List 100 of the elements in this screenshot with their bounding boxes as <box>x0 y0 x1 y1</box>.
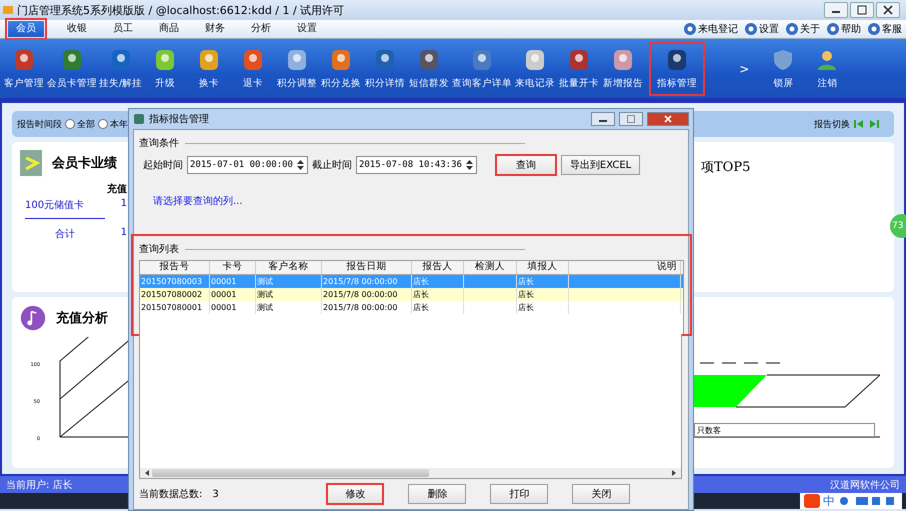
dialog-button[interactable]: 修改 <box>326 483 384 505</box>
close-icon <box>664 115 672 123</box>
table-row[interactable]: 201507080001 00001 测试 2015/7/8 00:00:00 店长 店长 <box>140 301 683 314</box>
toolbar-button[interactable]: 退卡 <box>231 48 276 90</box>
radio-option[interactable]: 全部 <box>65 118 95 130</box>
spinner-icon[interactable] <box>464 158 474 172</box>
card-type-cell: 100元储值卡 <box>25 198 105 219</box>
dialog-title: 指标报告管理 <box>149 112 209 126</box>
toolbar-button[interactable]: 来电记录 <box>513 48 558 90</box>
dialog-button[interactable]: 打印 <box>490 484 548 504</box>
table-cell: 测试 <box>257 290 273 299</box>
toolbar-button[interactable]: 会员卡管理 <box>46 48 98 90</box>
toolbar-button[interactable]: 升级 <box>143 48 188 90</box>
toolbar-button[interactable]: 客户管理 <box>2 48 46 90</box>
toolbar-button[interactable]: 注销 <box>805 48 850 90</box>
scroll-left-icon[interactable] <box>144 469 150 477</box>
menu-tab[interactable]: 分析 <box>238 21 284 37</box>
table-cell: 201507080001 <box>141 303 202 312</box>
minimize-button[interactable] <box>591 112 615 126</box>
column-header[interactable]: 报告日期 <box>322 261 412 274</box>
column-header[interactable]: 报告人 <box>412 261 464 274</box>
table-cell: 测试 <box>257 277 273 286</box>
link-icon <box>785 22 799 36</box>
dialog-button[interactable]: 关闭 <box>572 484 630 504</box>
field-label: 起始时间 <box>143 158 183 172</box>
link-icon <box>744 22 758 36</box>
top-link[interactable]: 客服 <box>882 22 902 36</box>
maximize-button[interactable] <box>850 2 874 18</box>
link-icon <box>867 22 881 36</box>
dialog-button[interactable]: 删除 <box>408 484 466 504</box>
menu-tab[interactable]: 财务 <box>192 21 238 37</box>
table-cell: 店长 <box>518 290 534 299</box>
card-title: 项TOP5 <box>701 159 750 177</box>
menu-tab[interactable]: 商品 <box>146 21 192 37</box>
date-field[interactable]: 2015-07-01 00:00:00 <box>187 156 308 174</box>
card-title: 会员卡业绩 <box>52 155 117 172</box>
table-cell: 2015/7/8 00:00:00 <box>323 303 398 312</box>
link-icon <box>826 22 840 36</box>
more-button[interactable]: > <box>739 62 750 76</box>
logo-icon <box>804 494 820 508</box>
toolbar-button[interactable]: 积分详情 <box>363 48 408 90</box>
close-button[interactable] <box>647 112 689 126</box>
toolbar-button[interactable]: 锁屏 <box>761 48 806 90</box>
menu-tab[interactable]: 会员 <box>8 21 44 37</box>
toolbar-button[interactable]: 新增报告 <box>601 48 646 90</box>
table-cell: 测试 <box>257 303 273 312</box>
top-link[interactable]: 来电登记 <box>698 22 738 36</box>
query-button[interactable]: 查询 <box>494 154 557 176</box>
toolbar-button[interactable]: 积分兑换 <box>319 48 364 90</box>
top-link[interactable]: 关于 <box>800 22 820 36</box>
minimize-button[interactable] <box>824 2 848 18</box>
select-columns-link[interactable]: 请选择要查询的列... <box>153 194 243 208</box>
close-icon <box>883 5 893 15</box>
spinner-icon[interactable] <box>296 158 305 172</box>
menu-tab[interactable]: 设置 <box>284 21 330 37</box>
menu-tab[interactable]: 员工 <box>100 21 146 37</box>
date-field[interactable]: 2015-07-08 10:43:36 <box>356 156 477 174</box>
toolbar-button[interactable]: 查询客户详单 <box>451 48 514 90</box>
column-header[interactable]: 检测人 <box>464 261 517 274</box>
top-link[interactable]: 帮助 <box>841 22 861 36</box>
window-title: 门店管理系统5系列模版版 / @localhost:6612:kdd / 1 / 试用许可 <box>17 2 344 18</box>
app-icon <box>133 113 145 125</box>
toolbar-button[interactable]: 指标管理 <box>649 42 706 96</box>
group-label: 查询条件 <box>139 136 179 150</box>
toolbar-button[interactable]: 短信群发 <box>407 48 452 90</box>
field-label: 截止时间 <box>312 158 352 172</box>
value-cell-text: 1 <box>120 198 127 211</box>
record-count: 3 <box>212 488 220 500</box>
table-row[interactable]: 201507080002 00001 测试 2015/7/8 00:00:00 店长 店长 <box>140 288 683 301</box>
menu-tab[interactable]: 收银 <box>54 21 100 37</box>
table-cell: 店长 <box>413 277 429 286</box>
current-user: 当前用户: 店长 <box>6 478 73 492</box>
close-button[interactable] <box>876 2 900 18</box>
link-icon <box>683 22 697 36</box>
toolbar-button[interactable]: 换卡 <box>187 48 232 90</box>
export-button[interactable]: 导出到EXCEL <box>560 155 640 175</box>
report-switch-label: 报告切换 <box>814 118 850 130</box>
horizontal-scrollbar[interactable] <box>140 468 681 478</box>
column-header[interactable]: 卡号 <box>210 261 256 274</box>
top-link[interactable]: 设置 <box>759 22 779 36</box>
music-note-icon <box>20 305 46 331</box>
toolbar-button[interactable]: 批量开卡 <box>557 48 602 90</box>
column-header[interactable]: 客户名称 <box>256 261 322 274</box>
toolbar-button[interactable]: 积分调整 <box>275 48 320 90</box>
column-header[interactable]: 填报人 <box>517 261 569 274</box>
table-cell: 201507080002 <box>141 290 202 299</box>
app-icon <box>2 4 14 16</box>
table-cell: 201507080003 <box>141 277 202 286</box>
ime-toolbar[interactable]: 中 <box>800 493 902 509</box>
toolbar-button[interactable]: 挂失/解挂 <box>98 48 144 90</box>
column-header: 充值 <box>106 182 127 196</box>
table-cell: 2015/7/8 00:00:00 <box>323 277 398 286</box>
radio-option[interactable]: 本年 <box>98 118 128 130</box>
table-cell: 00001 <box>211 277 236 286</box>
column-header[interactable]: 说明 <box>569 261 681 274</box>
scroll-right-icon[interactable] <box>671 469 677 477</box>
card-icon <box>20 150 42 176</box>
column-header[interactable]: 报告号 <box>140 261 210 274</box>
group-label: 查询列表 <box>139 242 179 256</box>
chart-legend: 只数客 <box>694 423 875 438</box>
